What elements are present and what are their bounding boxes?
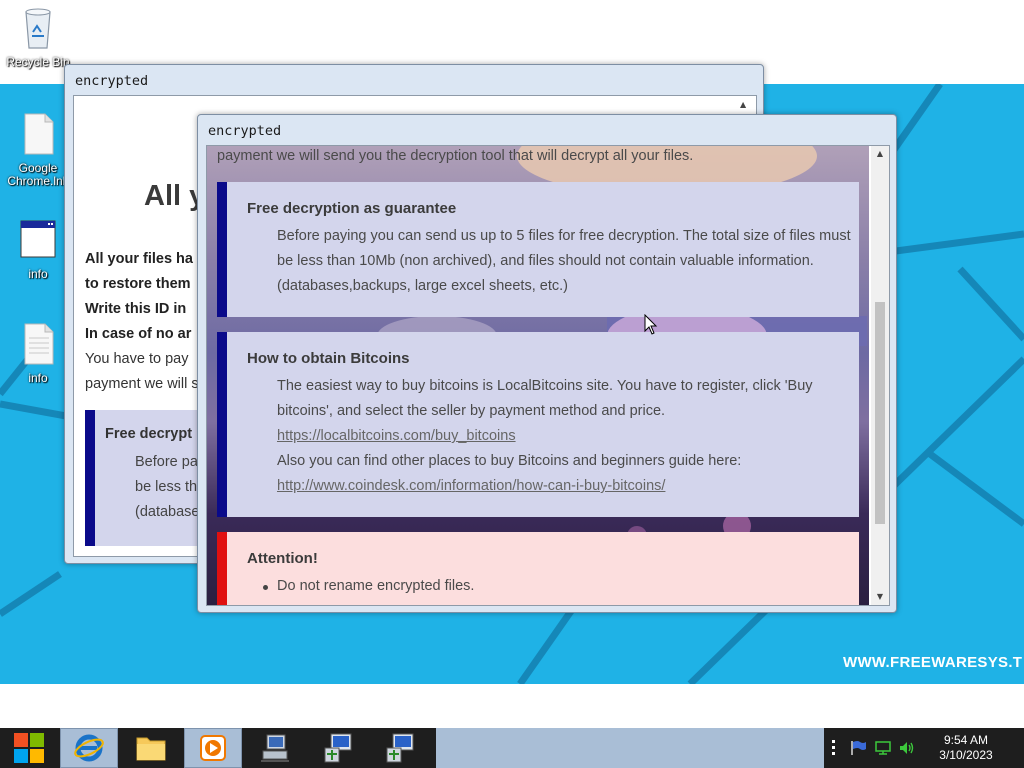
text-line: You have to pay [85,351,189,367]
clock-time: 9:54 AM [943,733,989,747]
taskbar-internet-explorer[interactable] [60,728,118,768]
box-text: be less th [135,479,198,495]
bullet-text: Do not rename encrypted files. [277,578,475,594]
scroll-up-arrow[interactable]: ▲ [873,148,887,160]
document-icon [24,113,54,155]
section-stripe [217,532,227,605]
section-text: bitcoins', and select the seller by paym… [277,403,666,419]
text-line: In case of no ar [85,326,192,342]
vertical-scrollbar[interactable]: ▲ ▼ [871,146,889,605]
scroll-up-arrow[interactable]: ▲ [740,100,746,109]
box-text: (database [135,504,200,520]
internet-explorer-icon [74,734,104,762]
tray-overflow-grip[interactable] [832,740,836,758]
section-text: (databases,backups, large excel sheets, … [277,278,568,294]
free-decryption-section: Free decryption as guarantee Before payi… [217,182,859,317]
volume-icon[interactable] [898,740,916,756]
window-icon [20,220,56,258]
tray-clock[interactable]: 9:54 AM 3/10/2023 [924,733,1008,763]
front-ransom-window[interactable]: encrypted payment we will send you the d… [197,114,897,613]
document-icon [24,323,54,365]
watermark-text: WWW.FREEWARESYS.T [843,654,1023,671]
computer-icon [261,734,289,762]
box-heading: Free decrypt [105,426,193,442]
free-decryption-box: Free decrypt Before pa be less th (datab… [85,410,215,546]
text-line: All your files ha [85,251,193,267]
setup-app-icon [324,733,352,763]
taskbar-encrypted-window-1[interactable] [308,728,366,768]
box-text: Before pa [135,454,198,470]
attention-section: Attention! Do not rename encrypted files… [217,532,859,605]
coindesk-link[interactable]: http://www.coindesk.com/information/how-… [277,478,665,494]
section-text: The easiest way to buy bitcoins is Local… [277,378,813,394]
taskbar-encrypted-window-2[interactable] [370,728,428,768]
mouse-cursor-icon [644,314,658,335]
taskbar-media-player[interactable] [184,728,242,768]
intro-text: payment we will send you the decryption … [217,148,694,164]
text-line: to restore them [85,276,191,292]
taskbar-empty-area [436,728,824,768]
clock-date: 3/10/2023 [939,748,993,762]
window-title: encrypted [208,123,282,139]
folder-icon [136,737,166,761]
scrollbar-thumb[interactable] [875,302,885,524]
scroll-down-arrow[interactable]: ▼ [873,591,887,603]
section-text: Before paying you can send us up to 5 fi… [277,228,851,244]
windows-logo-icon [14,733,44,763]
section-heading: How to obtain Bitcoins [247,350,410,367]
taskbar: 9:54 AM 3/10/2023 [0,728,1024,768]
bullet-marker [263,585,268,590]
taskbar-file-explorer[interactable] [122,728,180,768]
taskbar-network-app[interactable] [246,728,304,768]
section-heading: Free decryption as guarantee [247,200,457,217]
section-text: be less than 10Mb (non archived), and fi… [277,253,814,269]
front-window-content: payment we will send you the decryption … [206,145,890,606]
obtain-bitcoins-section: How to obtain Bitcoins The easiest way t… [217,332,859,517]
desktop-bottom [0,684,1024,728]
localbitcoins-link[interactable]: https://localbitcoins.com/buy_bitcoins [277,428,516,444]
section-text: Also you can find other places to buy Bi… [277,453,742,469]
flag-icon[interactable] [850,740,868,756]
recycle-bin-icon [25,8,51,49]
text-line: payment we will s [85,376,199,392]
setup-app-icon [386,733,414,763]
section-stripe [217,182,227,317]
network-icon[interactable] [874,740,892,756]
text-line: Write this ID in [85,301,187,317]
start-button[interactable] [0,728,58,768]
window-title: encrypted [75,73,149,89]
section-heading: Attention! [247,550,318,567]
section-stripe [217,332,227,517]
media-player-icon [200,735,226,761]
desktop-icon-recycle-bin[interactable]: Recycle Bin [0,6,76,69]
